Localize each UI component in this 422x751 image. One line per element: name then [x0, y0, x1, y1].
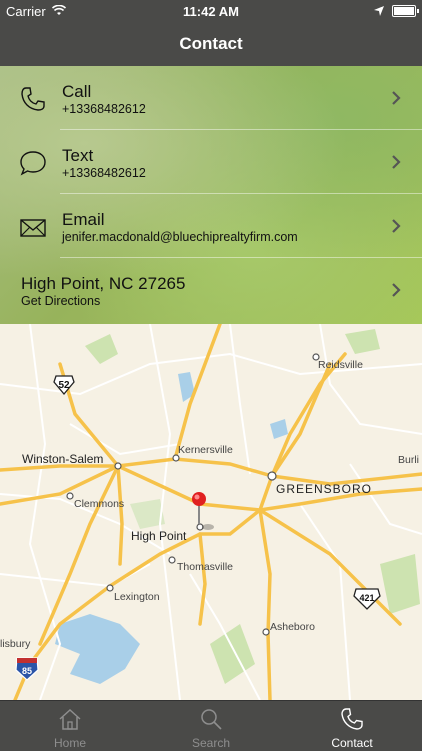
- email-label: Email: [62, 210, 105, 229]
- text-label: Text: [62, 146, 94, 165]
- lake: [55, 614, 140, 684]
- map-label-kernersville: Kernersville: [178, 444, 233, 456]
- address-label: High Point, NC 27265: [21, 274, 186, 293]
- contact-panel: Call +13368482612 Text +13368482612 Emai…: [0, 66, 422, 324]
- page-title: Contact: [179, 34, 243, 53]
- park-area: [210, 624, 255, 684]
- chevron-right-icon: [392, 91, 401, 105]
- tab-search[interactable]: Search: [141, 701, 281, 751]
- lake: [270, 419, 288, 439]
- map-label-salisbury: lisbury: [0, 638, 31, 650]
- chevron-right-icon: [392, 283, 401, 297]
- email-row[interactable]: Email jenifer.macdonald@bluechiprealtyfi…: [0, 194, 422, 258]
- map-label-clemmons: Clemmons: [74, 498, 124, 510]
- call-number: +13368482612: [62, 102, 146, 116]
- map-label-lexington: Lexington: [114, 591, 160, 603]
- clock: 11:42 AM: [183, 4, 239, 19]
- tab-contact-label: Contact: [331, 736, 373, 750]
- battery-icon: [392, 5, 419, 17]
- email-address: jenifer.macdonald@bluechiprealtyfirm.com: [62, 230, 298, 244]
- text-number: +13368482612: [62, 166, 146, 180]
- us-421-shield: 421: [353, 588, 381, 610]
- phone-icon: [21, 87, 45, 111]
- map-label-asheboro: Asheboro: [270, 621, 315, 633]
- chevron-right-icon: [392, 155, 401, 169]
- search-icon: [201, 709, 222, 730]
- get-directions-label: Get Directions: [21, 294, 101, 308]
- park-area: [345, 329, 380, 354]
- tab-contact[interactable]: Contact: [282, 701, 422, 751]
- map-label-winston-salem: Winston-Salem: [22, 452, 103, 466]
- map-view[interactable]: Reidsville Kernersville Winston-Salem GR…: [0, 324, 422, 700]
- location-pin-icon[interactable]: [192, 492, 214, 530]
- map-label-burlington: Burli: [398, 454, 419, 466]
- map-label-high-point: High Point: [131, 529, 187, 543]
- nav-bar: Contact: [0, 22, 422, 66]
- park-area: [85, 334, 118, 364]
- call-row[interactable]: Call +13368482612: [0, 66, 422, 130]
- tab-home[interactable]: Home: [0, 701, 140, 751]
- text-row[interactable]: Text +13368482612: [0, 130, 422, 194]
- tab-bar: Home Search Contact: [0, 700, 422, 751]
- map-canvas[interactable]: Reidsville Kernersville Winston-Salem GR…: [0, 324, 422, 700]
- svg-text:85: 85: [22, 666, 32, 676]
- phone-icon: [341, 708, 363, 730]
- map-label-reidsville: Reidsville: [318, 359, 363, 371]
- directions-row[interactable]: High Point, NC 27265 Get Directions: [0, 258, 422, 322]
- svg-text:421: 421: [359, 593, 374, 603]
- status-bar: Carrier 11:42 AM: [0, 0, 422, 22]
- envelope-icon: [20, 219, 46, 237]
- chevron-right-icon: [392, 219, 401, 233]
- map-label-thomasville: Thomasville: [177, 561, 233, 573]
- svg-text:52: 52: [58, 380, 70, 391]
- location-arrow-icon: [374, 4, 384, 19]
- tab-home-label: Home: [53, 736, 86, 750]
- i-85-shield: 85: [15, 657, 39, 681]
- park-area: [380, 554, 420, 614]
- call-label: Call: [62, 82, 92, 101]
- map-label-greensboro: GREENSBORO: [276, 482, 372, 496]
- chat-bubble-icon: [20, 151, 46, 176]
- home-icon: [59, 708, 81, 730]
- tab-search-label: Search: [191, 736, 231, 750]
